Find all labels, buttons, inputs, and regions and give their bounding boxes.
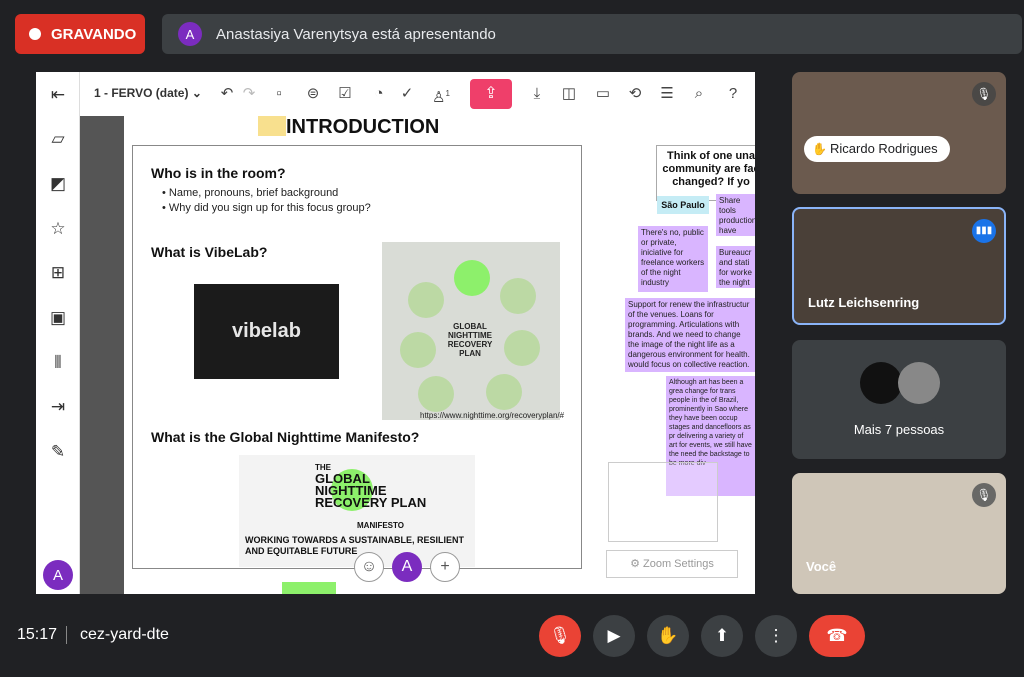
reaction-bar: ☺ A +: [354, 552, 464, 582]
grid-icon[interactable]: ⊞: [47, 262, 69, 284]
board-top-toolbar: 1 - FERVO (date) ⌄ ↶ ↷ ▫ ⊜ ☑ ◔ ✓ ♙1 ⇪ ⤓ …: [80, 72, 755, 116]
hand-icon: ✋: [812, 142, 827, 156]
board-title[interactable]: 1 - FERVO (date) ⌄: [94, 86, 202, 100]
image-icon[interactable]: ▣: [47, 307, 69, 329]
camera-icon: ▶: [607, 626, 621, 645]
avatar: [898, 362, 940, 404]
recovery-plan-url[interactable]: https://www.nighttime.org/recoveryplan/#: [420, 411, 564, 420]
manifesto-image: THE GLOBAL NIGHTTIME RECOVERY PLAN MANIF…: [239, 455, 475, 567]
collaborator-avatar[interactable]: A: [392, 552, 422, 582]
checklist-icon[interactable]: ☑: [334, 83, 356, 105]
bullet-item: • Name, pronouns, brief background: [162, 187, 339, 199]
participant-name: Lutz Leichsenring: [808, 295, 920, 310]
recovery-plan-image: GLOBAL NIGHTTIME RECOVERY PLAN: [382, 242, 560, 420]
speaking-icon: ▮▮▮: [972, 219, 996, 243]
more-vert-icon: ⋮: [767, 626, 785, 645]
meeting-controls-bar: 15:17 cez-yard-dte 🎙 ▶ ✋ ⬆ ⋮ ☎: [0, 600, 1024, 677]
comment-icon[interactable]: ▭: [592, 83, 614, 105]
undo-icon[interactable]: ↶: [216, 83, 238, 105]
presenter-avatar: A: [178, 22, 202, 46]
chevron-down-icon: ⌄: [191, 86, 202, 100]
section-title-vibelab: What is VibeLab?: [151, 244, 268, 260]
recording-indicator: GRAVANDO: [15, 14, 145, 54]
minimap[interactable]: [608, 462, 718, 542]
meeting-code: cez-yard-dte: [80, 626, 169, 643]
redo-icon[interactable]: ↷: [238, 83, 260, 105]
recovery-plan-title: GLOBAL NIGHTTIME RECOVERY PLAN: [447, 322, 493, 358]
recording-label: GRAVANDO: [51, 25, 137, 43]
sao-paulo-tag[interactable]: São Paulo: [657, 196, 709, 214]
leave-call-button[interactable]: ☎: [809, 615, 865, 657]
user-avatar[interactable]: A: [43, 560, 73, 590]
import-icon[interactable]: ⇥: [47, 396, 69, 418]
current-time: 15:17: [17, 626, 58, 643]
gear-icon: ⚙: [630, 558, 640, 570]
presenting-banner[interactable]: A Anastasiya Varenytsya está apresentand…: [162, 14, 1022, 54]
help-icon[interactable]: ?: [722, 83, 744, 105]
more-options-button[interactable]: ⋮: [755, 615, 797, 657]
self-tile[interactable]: 🎙 Você: [792, 473, 1006, 594]
sticky-note[interactable]: Support for renew the infrastructur of t…: [625, 298, 755, 372]
list-icon[interactable]: ☰: [656, 83, 678, 105]
emoji-icon[interactable]: ☺: [354, 552, 384, 582]
mic-off-icon: 🎙: [972, 483, 996, 507]
present-button[interactable]: ⬆: [701, 615, 743, 657]
zoom-settings-button[interactable]: ⚙ Zoom Settings: [606, 550, 738, 578]
search-icon[interactable]: ⌕: [688, 83, 710, 105]
users-icon[interactable]: ♙1: [430, 83, 452, 106]
sticky-note-icon[interactable]: ▱: [47, 128, 69, 150]
timer-icon[interactable]: ◔: [368, 83, 390, 105]
recording-dot-icon: [29, 28, 41, 40]
pen-icon[interactable]: ✎: [47, 441, 69, 463]
hand-icon: ✋: [657, 626, 679, 645]
shared-screen[interactable]: ⇤ ▱ ◩ ☆ ⊞ ▣ ⫴ ⇥ ✎ A 1 - FERVO (date) ⌄ ↶…: [36, 72, 755, 594]
more-participants-label: Mais 7 pessoas: [853, 422, 945, 437]
hangup-icon: ☎: [826, 626, 848, 645]
mic-toggle-button[interactable]: 🎙: [539, 615, 581, 657]
participant-tile-active[interactable]: ▮▮▮ Lutz Leichsenring: [792, 207, 1006, 325]
check-circle-icon[interactable]: ✓: [396, 83, 418, 105]
green-marker: [282, 582, 336, 594]
download-icon[interactable]: ⤓: [526, 83, 548, 105]
vibelab-logo: vibelab: [194, 284, 339, 379]
sticky-note[interactable]: Bureaucr and stati for worke the night: [716, 246, 755, 288]
upload-icon: ⇪: [484, 85, 498, 102]
canvas-gutter: [80, 116, 124, 594]
self-name: Você: [806, 559, 837, 574]
binoculars-icon[interactable]: ⊜: [302, 83, 324, 105]
present-screen-icon: ⬆: [714, 626, 730, 645]
share-button[interactable]: ⇪: [470, 79, 512, 109]
participant-tile[interactable]: 🎙 ✋ Ricardo Rodrigues: [792, 72, 1006, 194]
library-icon[interactable]: ⫴: [47, 352, 69, 374]
presenter-text: Anastasiya Varenytsya está apresentando: [216, 25, 496, 43]
sticky-note[interactable]: Share tools production have equit night …: [716, 194, 755, 236]
shapes-icon[interactable]: ◩: [47, 173, 69, 195]
question-card[interactable]: Think of one una community are fac chang…: [656, 145, 755, 201]
add-icon[interactable]: +: [430, 552, 460, 582]
history-icon[interactable]: ⟲: [624, 83, 646, 105]
raise-hand-button[interactable]: ✋: [647, 615, 689, 657]
sticky-note[interactable]: There's no, public or private, iniciativ…: [638, 226, 708, 292]
section-title-who: Who is in the room?: [151, 165, 286, 181]
bullet-item: • Why did you sign up for this focus gro…: [162, 202, 371, 214]
heading-tab: [258, 116, 286, 136]
more-participants-tile[interactable]: Mais 7 pessoas: [792, 340, 1006, 459]
divider: [66, 626, 67, 644]
frame-icon[interactable]: ▫: [268, 83, 290, 105]
chat-icon[interactable]: ◫: [558, 83, 580, 105]
mic-off-icon: 🎙: [972, 82, 996, 106]
camera-toggle-button[interactable]: ▶: [593, 615, 635, 657]
mic-off-icon: 🎙: [549, 626, 571, 645]
section-title-manifesto: What is the Global Nighttime Manifesto?: [151, 429, 420, 445]
avatar: [860, 362, 902, 404]
exit-icon[interactable]: ⇤: [47, 84, 69, 106]
raised-hand-badge: ✋ Ricardo Rodrigues: [804, 136, 950, 162]
star-icon[interactable]: ☆: [47, 218, 69, 240]
board-heading: INTRODUCTION: [286, 116, 440, 138]
board-left-toolbar: ⇤ ▱ ◩ ☆ ⊞ ▣ ⫴ ⇥ ✎ A: [36, 72, 80, 594]
